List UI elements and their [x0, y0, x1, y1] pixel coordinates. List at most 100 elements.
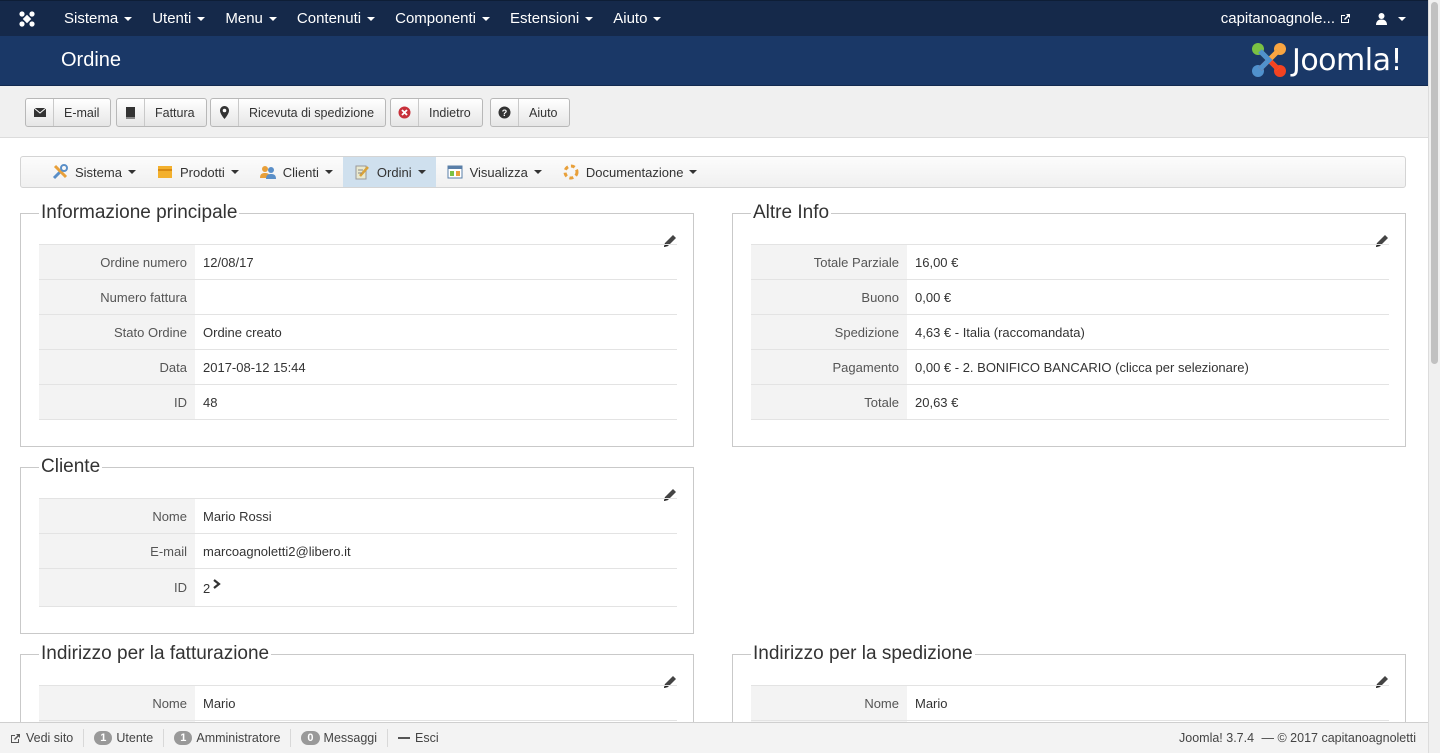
table-row: Data 2017-08-12 15:44 [39, 349, 677, 385]
customer-table: Nome Mario Rossi E-mail marcoagnoletti2@li… [39, 498, 677, 607]
row-value: Mario Rossi [195, 498, 677, 534]
subnav-label: Visualizza [469, 164, 528, 180]
menu-componenti[interactable]: Componenti [385, 1, 500, 37]
row-value: marcoagnoletti2@libero.it [195, 533, 677, 569]
messages-count-badge: 0 [301, 731, 320, 745]
users-count-badge: 1 [94, 731, 113, 745]
subnav-sistema[interactable]: Sistema [41, 157, 146, 187]
subnav-prodotti[interactable]: Prodotti [146, 157, 249, 187]
main-content: Sistema Prodotti Clienti Ordini Visualiz… [0, 138, 1428, 753]
row-label: Ordine numero [39, 244, 195, 280]
table-row: Numero fattura [39, 279, 677, 315]
table-row: Ordine numero 12/08/17 [39, 244, 677, 280]
caret-down-icon [417, 170, 426, 174]
subnav-label: Ordini [376, 164, 412, 180]
email-button-label: E-mail [64, 105, 100, 120]
question-icon: ? [491, 99, 519, 126]
lifebuoy-icon [562, 164, 580, 180]
invoice-button[interactable]: Fattura [116, 98, 207, 127]
menu-label: Utenti [152, 10, 192, 27]
table-row: ID 48 [39, 384, 677, 420]
tools-icon [51, 164, 69, 180]
vertical-scrollbar[interactable] [1428, 0, 1440, 753]
main-info-table: Ordine numero 12/08/17 Numero fattura Sta… [39, 244, 677, 420]
subnav-visualizza[interactable]: Visualizza [436, 157, 552, 187]
menu-label: Contenuti [296, 10, 362, 27]
users-icon [259, 164, 277, 180]
row-label: Pagamento [751, 349, 907, 385]
external-link-icon [11, 733, 20, 743]
svg-text:?: ? [502, 108, 508, 118]
users-status[interactable]: 1 Utente [84, 729, 165, 747]
logout-label: Esci [415, 731, 439, 745]
caret-down-icon [230, 170, 239, 174]
joomla-version[interactable]: Joomla! 3.7.4 [1179, 731, 1254, 745]
admins-count-badge: 1 [174, 731, 193, 745]
menu-contenuti[interactable]: Contenuti [287, 1, 385, 37]
shipping-receipt-button[interactable]: Ricevuta di spedizione [210, 98, 387, 127]
messages-status[interactable]: 0 Messaggi [291, 729, 389, 747]
map-pin-icon [211, 99, 239, 126]
menu-estensioni[interactable]: Estensioni [500, 1, 603, 37]
row-value: 2017-08-12 15:44 [195, 349, 677, 385]
menu-menu[interactable]: Menu [215, 1, 287, 37]
user-menu[interactable] [1375, 12, 1428, 25]
caret-down-icon [689, 170, 698, 174]
row-label: Numero fattura [39, 279, 195, 315]
menu-utenti[interactable]: Utenti [142, 1, 215, 37]
subnav-documentazione[interactable]: Documentazione [552, 157, 708, 187]
view-site-label: Vedi sito [26, 731, 74, 745]
main-info-title: Informazione principale [41, 202, 238, 223]
footer-credits: Joomla! 3.7.4 — © 2017 capitanoagnoletti [1179, 731, 1428, 745]
invoice-button-label: Fattura [155, 105, 195, 120]
caret-down-icon [367, 16, 376, 21]
row-value: 48 [195, 384, 677, 420]
chevron-right-icon[interactable] [213, 579, 221, 589]
back-button[interactable]: Indietro [390, 98, 483, 127]
row-label: Nome [39, 498, 195, 534]
cancel-circle-icon [391, 99, 419, 126]
box-icon [156, 164, 174, 180]
customer-title: Cliente [41, 456, 101, 477]
scrollbar-thumb[interactable] [1431, 2, 1438, 364]
menu-aiuto[interactable]: Aiuto [603, 1, 671, 37]
caret-down-icon [324, 170, 333, 174]
row-label: ID [39, 384, 195, 420]
component-subnav: Sistema Prodotti Clienti Ordini Visualiz… [20, 156, 1406, 188]
caret-down-icon [124, 16, 133, 21]
billing-title: Indirizzo per la fatturazione [41, 643, 270, 664]
subnav-ordini[interactable]: Ordini [342, 157, 436, 187]
caret-down-icon [533, 170, 542, 174]
user-icon [1376, 13, 1387, 25]
logo-text: Joomla! [1291, 42, 1403, 78]
toolbar: E-mail Fattura Ricevuta di spedizione In… [0, 86, 1428, 138]
subnav-label: Prodotti [179, 164, 225, 180]
row-label: Stato Ordine [39, 314, 195, 350]
joomla-menu-icon[interactable] [0, 1, 54, 37]
joomla-logo: Joomla! [1250, 41, 1403, 79]
top-navbar: Sistema Utenti Menu Contenuti Componenti… [0, 0, 1428, 36]
row-value: 4,63 € - Italia (raccomandata) [907, 314, 1389, 350]
site-link[interactable]: capitanoagnole... [1221, 10, 1375, 27]
view-site-link[interactable]: Vedi sito [0, 729, 85, 747]
email-button[interactable]: E-mail [25, 98, 112, 127]
copyright-text: — © 2017 capitanoagnoletti [1261, 731, 1416, 745]
caret-down-icon [197, 16, 206, 21]
menu-label: Menu [225, 10, 263, 27]
subnav-clienti[interactable]: Clienti [249, 157, 343, 187]
help-button[interactable]: ? Aiuto [490, 98, 570, 127]
row-value: 16,00 € [907, 244, 1389, 280]
payment-select-link[interactable]: 0,00 € - 2. BONIFICO BANCARIO (clicca pe… [907, 349, 1389, 385]
minus-icon [398, 737, 411, 739]
table-row: Spedizione 4,63 € - Italia (raccomandata) [751, 314, 1389, 350]
table-row: Totale 20,63 € [751, 384, 1389, 420]
joomla-logo-icon [1251, 43, 1286, 77]
admins-status[interactable]: 1 Amministratore [164, 729, 292, 747]
envelope-icon [26, 99, 54, 126]
logout-link[interactable]: Esci [388, 729, 449, 747]
menu-label: Componenti [395, 10, 477, 27]
subnav-label: Sistema [75, 164, 122, 180]
subnav-label: Documentazione [585, 164, 684, 180]
menu-sistema[interactable]: Sistema [54, 1, 142, 37]
row-value: 0,00 € [907, 279, 1389, 315]
